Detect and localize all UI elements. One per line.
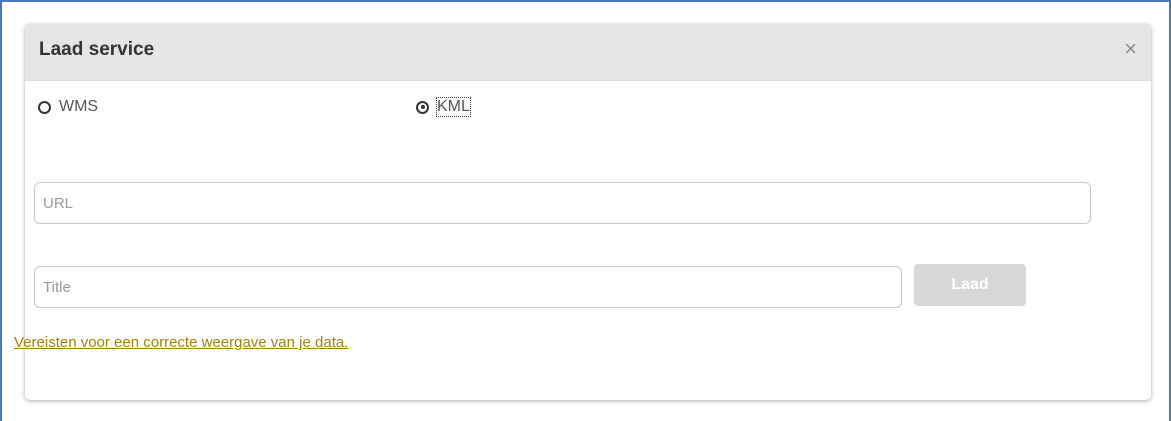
title-input[interactable] — [34, 266, 902, 308]
load-button[interactable]: Laad — [914, 264, 1026, 306]
radio-unchecked-icon[interactable] — [38, 100, 51, 114]
window-frame-left — [0, 0, 2, 421]
radio-checked-icon[interactable] — [416, 100, 429, 114]
dialog-header: Laad service × — [25, 24, 1151, 81]
requirements-link[interactable]: Vereisten voor een correcte weergave van… — [14, 334, 348, 351]
radio-label-kml[interactable]: KML — [436, 97, 471, 117]
window-frame-top — [0, 0, 1171, 2]
radio-option-kml[interactable]: KML — [416, 97, 471, 117]
radio-label-wms[interactable]: WMS — [59, 98, 98, 116]
radio-option-wms[interactable]: WMS — [38, 97, 98, 117]
url-input[interactable] — [34, 182, 1091, 224]
dialog-title: Laad service — [39, 39, 155, 60]
close-icon[interactable]: × — [1124, 38, 1137, 60]
